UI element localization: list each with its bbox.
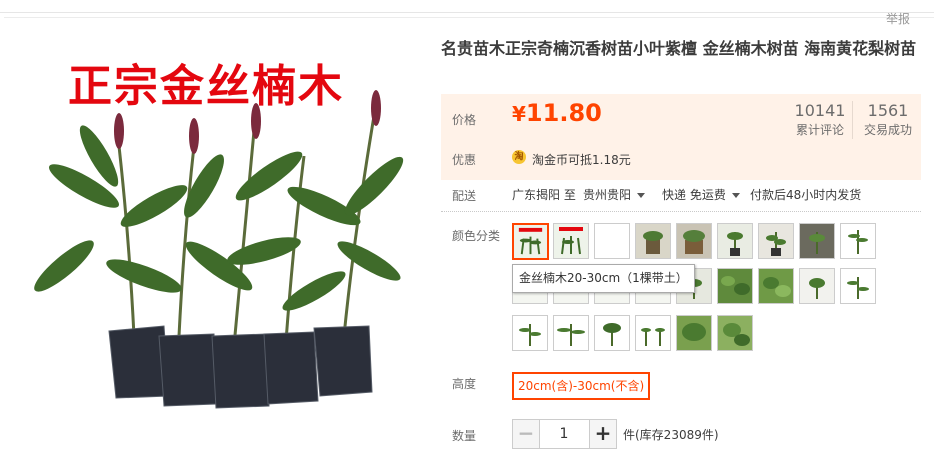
seedlings-illustration xyxy=(34,90,404,409)
height-option-selected[interactable]: 20cm(含)-30cm(不含) xyxy=(512,372,651,400)
promo-label: 优惠 xyxy=(452,153,477,167)
stats-divider xyxy=(852,101,853,139)
ship-destination: 贵州贵阳 xyxy=(583,188,632,202)
color-swatch[interactable] xyxy=(512,315,548,351)
quantity-input[interactable]: 1 xyxy=(540,420,588,448)
color-swatch[interactable] xyxy=(553,315,589,351)
sales-label: 交易成功 xyxy=(863,123,912,137)
product-main-image[interactable]: 正宗金丝楠木 xyxy=(24,36,410,428)
color-swatch[interactable] xyxy=(799,223,835,259)
currency-symbol: ¥ xyxy=(512,102,526,126)
color-option-label: 颜色分类 xyxy=(452,229,501,243)
color-swatch[interactable] xyxy=(717,315,753,351)
ship-method-select[interactable]: 快递 免运费 xyxy=(662,186,740,203)
quantity-label: 数量 xyxy=(452,429,477,443)
ship-destination-select[interactable]: 贵州贵阳 xyxy=(583,186,646,203)
reviews-stat[interactable]: 10141 累计评论 xyxy=(792,101,848,138)
color-swatch[interactable] xyxy=(512,223,549,260)
delivery-note: 付款后48小时内发货 xyxy=(750,188,862,202)
report-link[interactable]: 举报 xyxy=(886,10,910,27)
shipping-label: 配送 xyxy=(452,189,477,203)
color-swatch[interactable] xyxy=(594,315,630,351)
color-swatch[interactable] xyxy=(758,223,794,259)
color-swatch[interactable] xyxy=(635,223,671,259)
taojinbi-coin-icon: 淘 xyxy=(512,150,526,164)
color-swatch[interactable] xyxy=(635,315,671,351)
price-label: 价格 xyxy=(452,113,477,127)
section-divider xyxy=(441,211,921,212)
increase-quantity-button[interactable]: + xyxy=(589,420,616,448)
color-option-tooltip: 金丝楠木20-30cm（1棵带土） xyxy=(512,264,695,293)
stock-text: 件(库存23089件) xyxy=(623,428,719,442)
color-swatch[interactable] xyxy=(758,268,794,304)
price-amount: 11.80 xyxy=(525,99,602,127)
top-border xyxy=(0,0,934,13)
sales-stat: 1561 交易成功 xyxy=(860,101,916,138)
decrease-quantity-button[interactable]: − xyxy=(513,420,540,448)
reviews-count: 10141 xyxy=(794,101,846,120)
chevron-down-icon xyxy=(637,193,646,198)
promo-text: 淘金币可抵1.18元 xyxy=(532,153,631,167)
header-divider xyxy=(4,17,934,18)
color-swatch[interactable] xyxy=(717,268,753,304)
color-swatch[interactable] xyxy=(553,223,589,259)
color-swatch[interactable] xyxy=(676,223,712,259)
color-swatch[interactable] xyxy=(717,223,753,259)
color-swatch[interactable] xyxy=(840,223,876,259)
ship-method: 快递 免运费 xyxy=(662,188,726,202)
chevron-down-icon xyxy=(731,193,740,198)
color-swatch[interactable] xyxy=(594,223,630,259)
color-swatch[interactable] xyxy=(840,268,876,304)
color-swatch[interactable] xyxy=(799,268,835,304)
price-value: ¥11.80 xyxy=(512,99,602,127)
height-label: 高度 xyxy=(452,377,477,391)
color-swatch[interactable] xyxy=(676,315,712,351)
ship-from: 广东揭阳 至 xyxy=(512,188,576,202)
product-title: 名贵苗木正宗奇楠沉香树苗小叶紫檀 金丝楠木树苗 海南黄花梨树苗 xyxy=(441,39,917,58)
reviews-label: 累计评论 xyxy=(795,123,844,137)
quantity-stepper: − 1 + xyxy=(512,419,617,449)
sales-count: 1561 xyxy=(867,101,909,120)
